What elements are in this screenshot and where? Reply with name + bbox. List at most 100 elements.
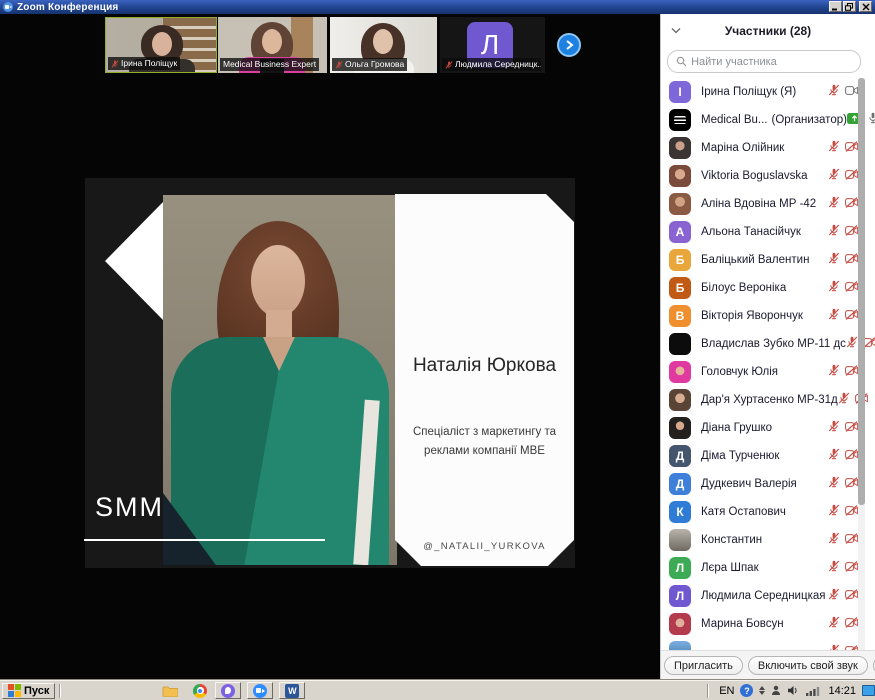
mic-muted-icon [828,559,840,577]
avatar [669,109,691,131]
participant-row[interactable]: І Ірина Поліщук (Я) [661,78,875,106]
participant-row[interactable]: Маріна Олійник [661,134,875,162]
network-icon[interactable] [805,685,820,696]
participant-name: Ірина Поліщук (Я) [701,86,796,98]
show-hidden-icons[interactable] [759,686,765,695]
participant-row[interactable]: Medical Bu... (Организатор) [661,106,875,134]
participant-row[interactable]: А Альона Танасійчук [661,218,875,246]
avatar [669,641,691,650]
participant-name: Головчук Юлія [701,366,778,378]
participant-row[interactable]: Дар'я Хуртасенко МР-31д [661,386,875,414]
participant-name: Діана Грушко [701,422,772,434]
zoom-taskbar-button[interactable] [247,682,273,699]
underline-decoration [84,539,325,541]
thumbnail-name: Ірина Поліщук [121,58,177,69]
mic-muted-icon [838,391,850,409]
search-box[interactable] [667,50,861,73]
mic-muted-icon [828,279,840,297]
chrome-icon[interactable] [191,683,209,699]
participant-row[interactable]: Б Баліцький Валентин [661,246,875,274]
clock[interactable]: 14:21 [828,685,856,697]
participants-title: Участники (28) [661,24,875,38]
start-button[interactable]: Пуск [2,683,55,699]
participant-name: Дар'я Хуртасенко МР-31д [701,394,838,406]
avatar [669,165,691,187]
participant-row[interactable]: Б Білоус Вероніка [661,274,875,302]
scrollbar-track[interactable] [858,78,865,650]
mic-muted-icon [828,643,840,650]
unmute-button[interactable]: Включить свой звук [748,656,868,675]
camera-off-icon [845,419,858,437]
mic-muted-icon [828,587,840,605]
participant-row[interactable]: В Вікторія Яворончук [661,302,875,330]
participant-row[interactable]: Viktoria Boguslavska [661,162,875,190]
language-indicator[interactable]: EN [719,685,734,697]
scrollbar-thumb[interactable] [858,78,865,505]
participant-row[interactable]: К Катя Остапович [661,498,875,526]
camera-off-icon [845,251,858,269]
participant-row[interactable]: Головчук Юлія [661,358,875,386]
restore-button[interactable] [843,1,856,12]
camera-off-icon [845,531,858,549]
participant-row[interactable]: Діана Грушко [661,414,875,442]
video-thumbnail-lyudmila[interactable]: Л Людмила Середницк... [440,17,545,73]
search-input[interactable] [691,56,852,68]
monitor-icon[interactable] [862,685,875,696]
participant-row[interactable]: Л Лєра Шпак [661,554,875,582]
minimize-button[interactable] [829,1,842,12]
restore-icon [845,3,854,11]
invite-button[interactable]: Пригласить [664,656,743,675]
close-button[interactable] [859,1,872,12]
participant-row[interactable]: Владислав Зубко МР-11 дс [661,330,875,358]
participant-row[interactable]: Константин [661,526,875,554]
mic-muted-icon [445,61,453,69]
avatar: Л [669,557,691,579]
folder-icon[interactable] [161,683,179,699]
participant-name: Баліцький Валентин [701,254,809,266]
avatar: І [669,81,691,103]
participant-name: Viktoria Boguslavska [701,170,808,182]
meeting-stage: Ірина Поліщук Medical Business Expert Ол… [0,14,660,680]
mic-muted-icon [828,139,840,157]
user-status-icon[interactable] [771,685,781,696]
avatar: Д [669,473,691,495]
speaker-icon[interactable] [787,685,799,696]
participant-row[interactable] [661,638,875,650]
mic-muted-icon [828,503,840,521]
video-thumbnail-olga[interactable]: Ольга Громова [330,17,437,73]
camera-off-icon [845,279,858,297]
video-thumbnail-irina[interactable]: Ірина Поліщук [105,17,217,73]
participants-panel: Участники (28) І Ірина Поліщук (Я) Medic… [660,14,875,680]
participant-row[interactable]: Марина Бовсун [661,610,875,638]
help-icon[interactable]: ? [740,684,753,697]
participant-name: Дудкевич Валерія [701,478,797,490]
participant-row[interactable]: Аліна Вдовіна МР -42 [661,190,875,218]
camera-off-icon [845,167,858,185]
participant-row[interactable]: Л Людмила Середницкая [661,582,875,610]
viber-taskbar-button[interactable] [215,682,241,699]
panel-footer: Пригласить Включить свой звук Восстанови… [661,650,875,680]
speaker-name: Наталія Юркова [395,355,574,377]
avatar [669,361,691,383]
camera-off-icon [845,587,858,605]
next-thumbnails-button[interactable] [557,33,581,57]
speaker-photo [163,195,397,565]
word-taskbar-button[interactable]: W [279,682,305,699]
video-thumbnail-medical[interactable]: Medical Business Expert [218,17,327,73]
start-label: Пуск [24,685,49,697]
window-title: Zoom Конференция [17,2,118,13]
mic-muted-icon [828,251,840,269]
avatar: В [669,305,691,327]
start-flag-icon [8,684,21,697]
camera-off-icon [845,615,858,633]
mic-muted-icon [828,419,840,437]
participant-name: Аліна Вдовіна МР -42 [701,198,816,210]
window-titlebar[interactable]: Zoom Конференция [0,0,875,14]
participant-name: Катя Остапович [701,506,786,518]
participant-row[interactable]: Д Дудкевич Валерія [661,470,875,498]
camera-off-icon [845,223,858,241]
camera-off-icon [845,503,858,521]
mic-muted-icon [828,363,840,381]
avatar: А [669,221,691,243]
participant-row[interactable]: Д Діма Турченюк [661,442,875,470]
